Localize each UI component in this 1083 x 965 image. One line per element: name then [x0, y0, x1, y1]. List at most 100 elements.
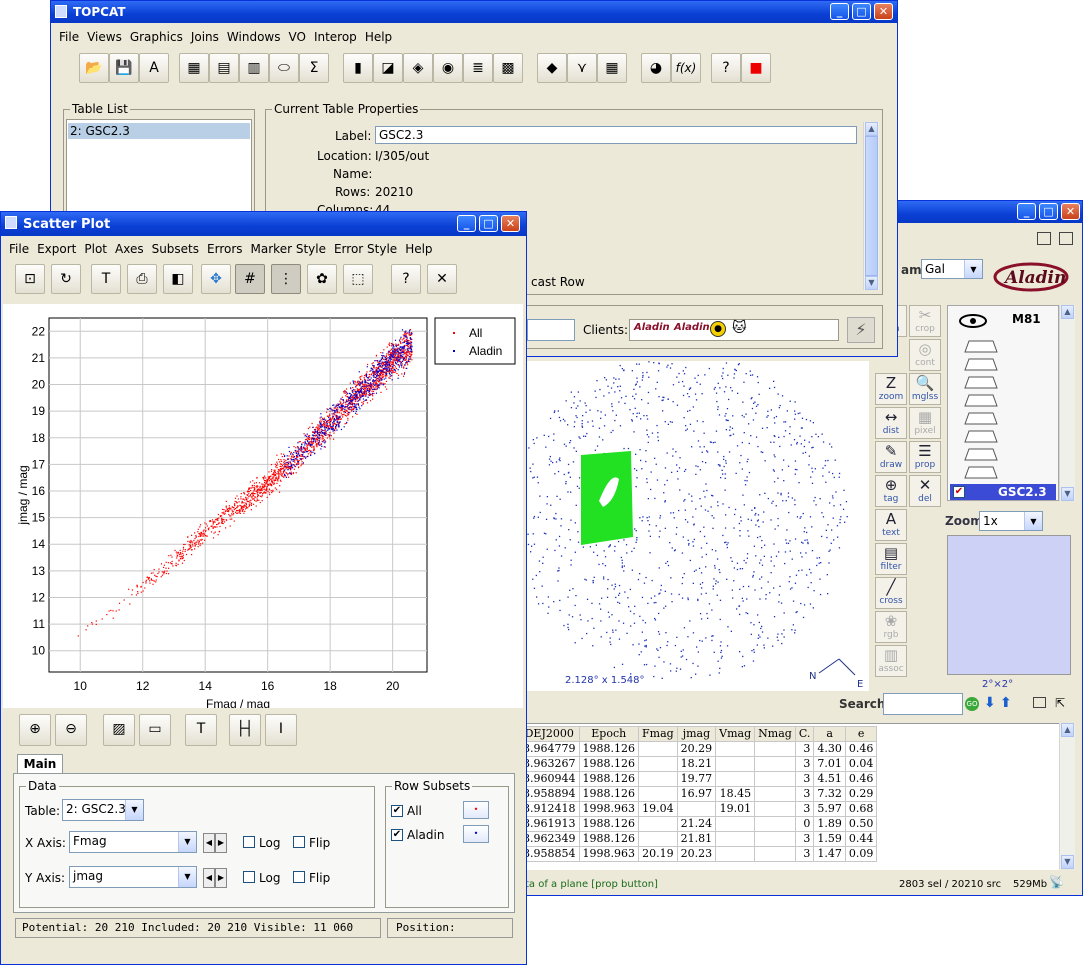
scroll-down-arrow-icon[interactable]: ▼: [1061, 855, 1074, 869]
scatter-menu-export[interactable]: Export: [37, 239, 76, 259]
scatter-menu-axes[interactable]: Axes: [115, 239, 144, 259]
table-list-item[interactable]: 2: GSC2.3: [68, 123, 250, 139]
table-scrollbar[interactable]: ▲ ▼: [1059, 723, 1075, 869]
arrow-down-icon[interactable]: ⬇: [984, 695, 996, 711]
save-button[interactable]: 💾: [109, 53, 139, 83]
table-row[interactable]: 8.964779 1988.126 20.29 3 4.30 0.46: [519, 741, 878, 757]
aladin-fullscreen-icon[interactable]: [1059, 232, 1073, 245]
x-error-button[interactable]: ├┤: [229, 714, 261, 746]
aladin-maximize-button[interactable]: □: [1039, 203, 1058, 220]
subset-all-style-button[interactable]: •: [463, 801, 489, 819]
match-button[interactable]: ◆: [537, 53, 567, 83]
column-header[interactable]: a: [813, 726, 846, 742]
empty-plane-slot[interactable]: [964, 358, 998, 371]
topcat-menu-windows[interactable]: Windows: [227, 27, 281, 47]
aladin-image-view[interactable]: 2.128° x 1.548° N E: [519, 361, 869, 691]
table-select[interactable]: 2: GSC2.3 ▼: [62, 799, 144, 821]
tool-cross-button[interactable]: ╱ cross: [875, 577, 907, 609]
tool-mglss-button[interactable]: 🔍 mglss: [909, 373, 941, 405]
plane-visible-checkbox[interactable]: ✔: [953, 486, 965, 498]
table-view-button[interactable]: ▦: [179, 53, 209, 83]
topcat-menu-file[interactable]: File: [59, 27, 79, 47]
y-next-button[interactable]: ▶: [215, 868, 227, 888]
table-row[interactable]: 8.958854 1998.963 20.19 20.23 3 1.47 0.09: [519, 846, 878, 862]
table-row[interactable]: 8.912418 1998.963 19.04 19.01 3 5.97 0.68: [519, 801, 878, 817]
add-density-button[interactable]: ▨: [103, 714, 135, 746]
params-button[interactable]: ▥: [239, 53, 269, 83]
empty-plane-slot[interactable]: [964, 394, 998, 407]
x-prev-button[interactable]: ◀: [203, 833, 215, 853]
column-header[interactable]: e: [844, 726, 878, 742]
topcat-menu-views[interactable]: Views: [87, 27, 122, 47]
export-button[interactable]: ◧: [163, 264, 193, 294]
tool-prop-button[interactable]: ☰ prop: [909, 441, 941, 473]
legend-button[interactable]: ⋮: [271, 264, 301, 294]
eye-icon[interactable]: [958, 312, 988, 330]
properties-scrollbar[interactable]: ▲ ▼: [863, 122, 879, 290]
aladin-close-button[interactable]: ✕: [1061, 203, 1080, 220]
axes-edit-button[interactable]: ⊡: [15, 264, 45, 294]
stats-button[interactable]: Σ: [299, 53, 329, 83]
close-button[interactable]: ✕: [427, 264, 457, 294]
title-button[interactable]: T: [91, 264, 121, 294]
scroll-up-arrow-icon[interactable]: ▲: [1061, 305, 1074, 319]
sphere-button[interactable]: ◉: [433, 53, 463, 83]
tool-del-button[interactable]: ✕ del: [909, 475, 941, 507]
table-row[interactable]: 8.962349 1988.126 21.81 3 1.59 0.44: [519, 831, 878, 847]
topcat-client-icon[interactable]: 🐱: [732, 320, 747, 336]
zoom-select[interactable]: 1x ▼: [979, 511, 1043, 531]
scatter-close-button[interactable]: ✕: [501, 215, 520, 232]
grid-button[interactable]: #: [235, 264, 265, 294]
scatter-menu-error-style[interactable]: Error Style: [334, 239, 397, 259]
aladin-minimize-button[interactable]: _: [1017, 203, 1036, 220]
topcat-maximize-button[interactable]: □: [852, 3, 871, 20]
scatter-maximize-button[interactable]: □: [479, 215, 498, 232]
column-header[interactable]: Epoch: [578, 726, 639, 742]
tool-assoc-button[interactable]: ▥ assoc: [875, 645, 907, 677]
empty-plane-slot[interactable]: [964, 376, 998, 389]
aladin-client-icon[interactable]: Aladin: [634, 322, 670, 333]
x-log-checkbox[interactable]: [243, 836, 255, 848]
empty-plane-slot[interactable]: [964, 430, 998, 443]
help-button[interactable]: ?: [391, 264, 421, 294]
replot-button[interactable]: ↻: [51, 264, 81, 294]
column-header[interactable]: Vmag: [715, 726, 756, 742]
zoom-view[interactable]: 2°×2°: [947, 535, 1071, 690]
topcat-menu-graphics[interactable]: Graphics: [130, 27, 183, 47]
subsets-button[interactable]: ⬭: [269, 53, 299, 83]
tool-text-button[interactable]: Atext: [875, 509, 907, 541]
scatter-menu-errors[interactable]: Errors: [207, 239, 243, 259]
empty-plane-slot[interactable]: [964, 466, 998, 479]
detach-icon[interactable]: ⇱: [1055, 696, 1065, 710]
column-header[interactable]: DEJ2000: [519, 726, 580, 742]
empty-plane-slot[interactable]: [964, 340, 998, 353]
column-header[interactable]: C.: [794, 726, 815, 742]
table-list[interactable]: 2: GSC2.3: [66, 119, 252, 219]
empty-plane-slot[interactable]: [964, 412, 998, 425]
y-axis-select[interactable]: jmag ▼: [69, 866, 197, 888]
tab-main[interactable]: Main: [17, 754, 63, 774]
concat-button[interactable]: ▦: [597, 53, 627, 83]
scatter-menu-file[interactable]: File: [9, 239, 29, 259]
broadcast-row-button[interactable]: cast Row: [531, 275, 585, 289]
sampling-button[interactable]: A: [139, 53, 169, 83]
function-button[interactable]: f(x): [671, 53, 701, 83]
plot3d-button[interactable]: ◈: [403, 53, 433, 83]
scroll-down-arrow-icon[interactable]: ▼: [1061, 487, 1074, 501]
blob-button[interactable]: ✿: [307, 264, 337, 294]
go-button[interactable]: GO: [965, 697, 979, 711]
pan-button[interactable]: ✥: [201, 264, 231, 294]
scatter-menu-subsets[interactable]: Subsets: [152, 239, 199, 259]
restore-icon[interactable]: [1033, 697, 1046, 708]
plane-scrollbar[interactable]: ▲ ▼: [1059, 305, 1075, 501]
crossmatch-button[interactable]: ⋎: [567, 53, 597, 83]
plot-panel[interactable]: 10 12 14 16 18 20 10 11 12 13 14 15 16 17 18 19 20 21 22 Fm…: [3, 304, 523, 711]
frame-select[interactable]: Gal ▼: [921, 259, 983, 279]
table-row[interactable]: 8.960944 1988.126 19.77 3 4.51 0.46: [519, 771, 878, 787]
tool-crop-button[interactable]: ✂ crop: [909, 305, 941, 337]
tool-filter-button[interactable]: ▤ filter: [875, 543, 907, 575]
scatter-titlebar[interactable]: Scatter Plot _ □ ✕: [1, 212, 526, 236]
clients-panel[interactable]: Aladin Aladin ● 🐱: [629, 319, 839, 341]
topcat-minimize-button[interactable]: _: [830, 3, 849, 20]
tool-tag-button[interactable]: ⊕ tag: [875, 475, 907, 507]
